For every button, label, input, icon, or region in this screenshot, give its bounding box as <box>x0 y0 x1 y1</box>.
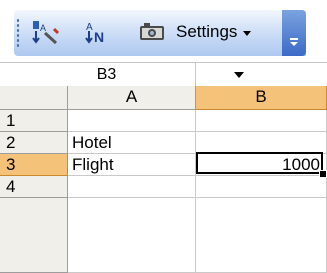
toolbar-options-arrow-icon <box>290 42 298 46</box>
camera-icon <box>138 20 166 44</box>
cell-a5[interactable] <box>68 198 196 273</box>
toolbar-grip[interactable] <box>16 18 20 48</box>
row-header-1[interactable]: 1 <box>0 110 68 132</box>
sort-az-icon: A N <box>82 19 112 45</box>
spreadsheet-grid: A B 1 2 Hotel 3 Flight 1000 4 <box>0 86 327 273</box>
settings-menu-button[interactable]: Settings <box>176 18 252 46</box>
cell-b1[interactable] <box>196 110 327 132</box>
row-header-3[interactable]: 3 <box>0 154 68 176</box>
fill-handle[interactable] <box>319 170 327 178</box>
name-box-dropdown-icon[interactable] <box>234 72 244 78</box>
cell-a1[interactable] <box>68 110 196 132</box>
sort-icon: A <box>30 19 60 45</box>
column-header-a[interactable]: A <box>68 86 196 110</box>
cell-b5[interactable] <box>196 198 327 273</box>
cell-b4[interactable] <box>196 176 327 198</box>
toolbar-options-button[interactable] <box>282 10 306 56</box>
cell-a2[interactable]: Hotel <box>68 132 196 154</box>
cell-b3[interactable]: 1000 <box>196 154 327 176</box>
toolbar-options-bar-icon <box>290 38 298 40</box>
formula-bar: B3 <box>0 62 327 87</box>
svg-text:A: A <box>40 23 46 33</box>
column-header-b[interactable]: B <box>196 86 327 110</box>
chevron-down-icon <box>243 30 252 36</box>
toolbar: A A N Settings <box>0 0 327 62</box>
sort-clear-button[interactable]: A <box>28 18 62 46</box>
select-all-corner[interactable] <box>0 86 68 110</box>
camera-button[interactable] <box>136 18 168 46</box>
row-header-5[interactable] <box>0 198 68 273</box>
svg-text:N: N <box>94 29 104 45</box>
cell-a3[interactable]: Flight <box>68 154 196 176</box>
cell-b2[interactable] <box>196 132 327 154</box>
row-header-4[interactable]: 4 <box>0 176 68 198</box>
row-header-2[interactable]: 2 <box>0 132 68 154</box>
cell-a4[interactable] <box>68 176 196 198</box>
sort-az-button[interactable]: A N <box>80 18 114 46</box>
settings-label: Settings <box>176 22 238 41</box>
name-box[interactable]: B3 <box>0 63 196 86</box>
